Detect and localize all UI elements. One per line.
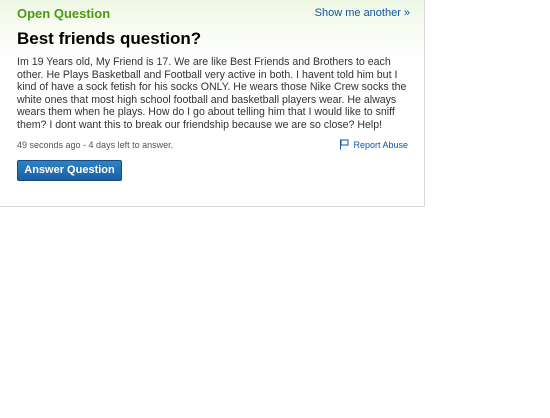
chevron-right-icon: » bbox=[403, 7, 410, 19]
question-body: Im 19 Years old, My Friend is 17. We are… bbox=[17, 56, 407, 131]
open-question-label: Open Question bbox=[17, 6, 111, 21]
question-meta: 49 seconds ago - 4 days left to answer. bbox=[17, 140, 174, 150]
flag-icon bbox=[340, 139, 349, 150]
answer-question-button[interactable]: Answer Question bbox=[17, 160, 122, 181]
question-card: Open Question Show me another» Best frie… bbox=[0, 0, 425, 207]
question-header: Open Question Show me another» bbox=[17, 6, 410, 22]
show-me-another-label: Show me another bbox=[314, 7, 401, 19]
question-title: Best friends question? bbox=[17, 29, 202, 48]
report-abuse-label: Report Abuse bbox=[353, 139, 408, 150]
show-me-another-link[interactable]: Show me another» bbox=[315, 7, 410, 19]
report-abuse-link[interactable]: Report Abuse bbox=[339, 139, 408, 150]
question-meta-row: 49 seconds ago - 4 days left to answer. … bbox=[17, 139, 408, 151]
